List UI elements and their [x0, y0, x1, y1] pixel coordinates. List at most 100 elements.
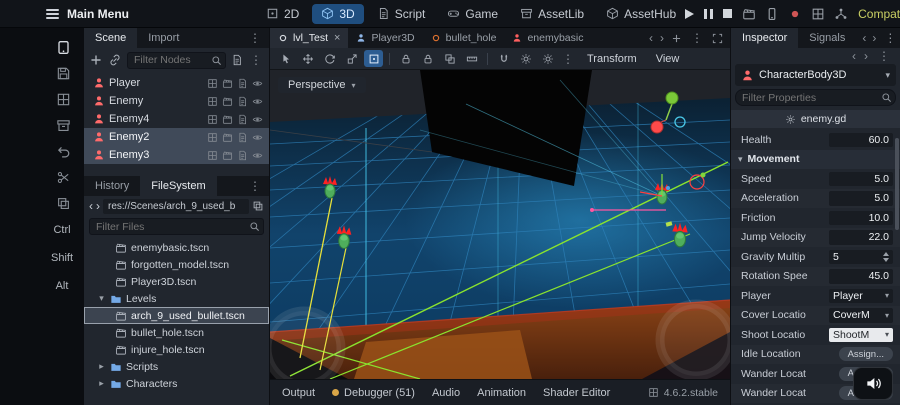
property-row-acceleration[interactable]: Acceleration 5.0	[731, 189, 900, 209]
modifier-key-shift[interactable]: Shift	[49, 252, 75, 264]
resource-path[interactable]: res://Scenes/arch_9_used_b	[103, 198, 249, 214]
tree-arrow-icon[interactable]: ▸	[97, 361, 106, 372]
rotate-tool-icon[interactable]	[320, 50, 339, 67]
volume-overlay-button[interactable]	[853, 367, 893, 400]
script-icon[interactable]	[237, 132, 248, 143]
file-row-player3d-tscn[interactable]: Player3D.tscn	[84, 273, 269, 290]
visibility-eye-icon[interactable]	[252, 132, 263, 143]
section-header-movement[interactable]: ▾ Movement	[731, 149, 900, 169]
stop-button[interactable]	[723, 9, 733, 18]
workspace-tab-game[interactable]: Game	[438, 4, 507, 24]
property-row-friction[interactable]: Friction 10.0	[731, 208, 900, 228]
group-icon[interactable]	[440, 50, 459, 67]
file-row-bullet-hole-tscn[interactable]: bullet_hole.tscn	[84, 324, 269, 341]
play-button[interactable]	[685, 8, 695, 19]
grid-toggle-icon[interactable]	[207, 78, 218, 89]
scene-tree-node-enemy2[interactable]: Enemy2	[84, 128, 269, 146]
film-icon[interactable]	[222, 114, 233, 125]
unlock-icon[interactable]	[418, 50, 437, 67]
visibility-eye-icon[interactable]	[252, 96, 263, 107]
tablet-icon[interactable]	[51, 35, 75, 59]
copy-icon[interactable]	[51, 191, 75, 215]
script-icon[interactable]	[237, 150, 248, 161]
close-tab-icon[interactable]: ×	[334, 32, 340, 44]
object-options-icon[interactable]: ⋮	[876, 49, 892, 63]
new-scene-tab-icon[interactable]	[671, 33, 682, 44]
workspace-tab-assethub[interactable]: AssetHub	[597, 4, 685, 24]
property-row-shoot-locatio[interactable]: Shoot Locatio ShootM ▾	[731, 325, 900, 345]
grid-toggle-icon[interactable]	[207, 150, 218, 161]
property-row-health[interactable]: Health 60.0	[731, 130, 900, 150]
property-value-field[interactable]: ShootM ▾	[829, 327, 893, 342]
scene-tree-node-enemy[interactable]: Enemy	[84, 92, 269, 110]
scene-tree-node-enemy3[interactable]: Enemy3	[84, 146, 269, 164]
viewport-3d[interactable]: Perspective ▾	[270, 70, 730, 379]
scene-tab-enemybasic[interactable]: enemybasic	[504, 28, 591, 48]
archive-icon[interactable]	[51, 113, 75, 137]
property-row-speed[interactable]: Speed 5.0	[731, 169, 900, 189]
grid-toggle-icon[interactable]	[207, 96, 218, 107]
bottom-panel-tab-animation[interactable]: Animation	[477, 387, 526, 399]
network-icon[interactable]	[834, 7, 848, 21]
property-row-cover-locatio[interactable]: Cover Locatio CoverM ▾	[731, 306, 900, 326]
add-node-icon[interactable]	[89, 53, 103, 67]
prev-object-icon[interactable]: ‹	[852, 50, 856, 62]
kebab-menu-icon[interactable]: ⋮	[248, 53, 264, 67]
property-row-idle-location[interactable]: Idle Location Assign...	[731, 345, 900, 365]
file-row-arch-9-used-bullet-tscn[interactable]: arch_9_used_bullet.tscn	[84, 307, 269, 324]
visibility-eye-icon[interactable]	[252, 78, 263, 89]
renderer-dropdown[interactable]: Compatibility ▾	[858, 7, 900, 21]
history-forward-icon[interactable]: ›	[872, 32, 876, 44]
filter-properties-input[interactable]	[735, 89, 896, 106]
scene-tree-node-enemy4[interactable]: Enemy4	[84, 110, 269, 128]
grid-icon[interactable]	[811, 7, 825, 21]
tab-signals[interactable]: Signals	[798, 28, 856, 48]
move-tool-icon[interactable]	[298, 50, 317, 67]
property-value-field[interactable]: 5.0	[829, 191, 893, 206]
film-icon[interactable]	[222, 78, 233, 89]
scene-tab-bullet-hole[interactable]: bullet_hole	[423, 28, 505, 48]
select-tool-icon[interactable]	[276, 50, 295, 67]
instance-link-icon[interactable]	[108, 53, 122, 67]
tree-arrow-icon[interactable]: ▾	[97, 293, 106, 304]
scrollbar-thumb[interactable]	[895, 138, 899, 230]
tab-filesystem[interactable]: FileSystem	[140, 176, 217, 196]
pause-button[interactable]	[704, 8, 714, 19]
kebab-menu-icon[interactable]: ⋮	[560, 52, 576, 66]
property-row-rotation-spee[interactable]: Rotation Spee 45.0	[731, 267, 900, 287]
view-menu[interactable]: View	[648, 53, 688, 65]
grid-toggle-icon[interactable]	[207, 132, 218, 143]
perspective-dropdown[interactable]: Perspective ▾	[278, 77, 366, 93]
next-object-icon[interactable]: ›	[864, 50, 868, 62]
transform-menu[interactable]: Transform	[579, 53, 645, 65]
environment-icon[interactable]	[538, 50, 557, 67]
clapper-icon[interactable]	[742, 7, 756, 21]
property-row-gravity-multip[interactable]: Gravity Multip 5	[731, 247, 900, 267]
copy-path-icon[interactable]	[252, 200, 264, 212]
visibility-eye-icon[interactable]	[252, 114, 263, 125]
film-icon[interactable]	[222, 150, 233, 161]
property-row-player[interactable]: Player Player ▾	[731, 286, 900, 306]
file-row-levels[interactable]: ▾ Levels	[84, 290, 269, 307]
lock-icon[interactable]	[396, 50, 415, 67]
sun-icon[interactable]	[516, 50, 535, 67]
ruler-icon[interactable]	[462, 50, 481, 67]
distraction-free-icon[interactable]	[712, 33, 723, 44]
film-icon[interactable]	[222, 96, 233, 107]
modifier-key-alt[interactable]: Alt	[49, 280, 75, 292]
workspace-tab-assetlib[interactable]: AssetLib	[511, 4, 593, 24]
property-row-jump-velocity[interactable]: Jump Velocity 22.0	[731, 228, 900, 248]
nav-back-icon[interactable]: ‹	[89, 200, 93, 212]
tab-history[interactable]: History	[84, 176, 140, 196]
kebab-menu-icon[interactable]: ⋮	[247, 31, 263, 45]
tab-import[interactable]: Import	[137, 28, 190, 48]
property-value-field[interactable]: CoverM ▾	[829, 308, 893, 323]
save-icon[interactable]	[51, 61, 75, 85]
tab-scroll-right-icon[interactable]: ›	[660, 32, 664, 44]
bottom-panel-tab-output[interactable]: Output	[282, 387, 315, 399]
tab-inspector[interactable]: Inspector	[731, 28, 799, 48]
transform-tool-icon[interactable]	[364, 50, 383, 67]
script-icon[interactable]	[237, 78, 248, 89]
file-row-characters[interactable]: ▸ Characters	[84, 375, 269, 392]
devices-icon[interactable]	[765, 7, 779, 21]
